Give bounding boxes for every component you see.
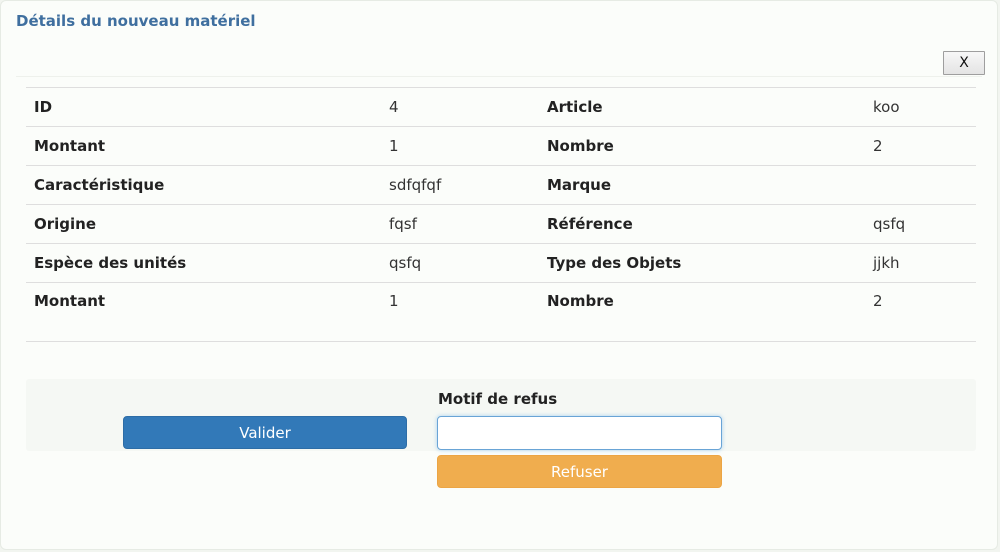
detail-label: Nombre bbox=[539, 282, 865, 322]
detail-value: 2 bbox=[865, 126, 976, 166]
detail-label: Caractéristique bbox=[26, 165, 381, 205]
table-bottom-divider bbox=[26, 341, 976, 342]
detail-label: Montant bbox=[26, 126, 381, 166]
detail-value: fqsf bbox=[381, 204, 539, 244]
detail-value: 1 bbox=[381, 282, 539, 322]
detail-value: 1 bbox=[381, 126, 539, 166]
refuser-button[interactable]: Refuser bbox=[437, 455, 722, 488]
detail-value: jjkh bbox=[865, 243, 976, 283]
valider-button[interactable]: Valider bbox=[123, 416, 407, 449]
table-row: Espèce des unités qsfq Type des Objets j… bbox=[26, 243, 976, 283]
detail-value: qsfq bbox=[865, 204, 976, 244]
detail-label: ID bbox=[26, 87, 381, 127]
motif-refus-label: Motif de refus bbox=[438, 390, 558, 408]
detail-value: 2 bbox=[865, 282, 976, 322]
modal-title: Détails du nouveau matériel bbox=[16, 12, 256, 30]
detail-label: Nombre bbox=[539, 126, 865, 166]
detail-label: Type des Objets bbox=[539, 243, 865, 283]
detail-label: Espèce des unités bbox=[26, 243, 381, 283]
detail-value bbox=[865, 165, 976, 205]
table-row: Montant 1 Nombre 2 bbox=[26, 126, 976, 166]
detail-value: sdfqfqf bbox=[381, 165, 539, 205]
detail-label: Référence bbox=[539, 204, 865, 244]
close-button[interactable]: X bbox=[943, 51, 985, 75]
table-row: Caractéristique sdfqfqf Marque bbox=[26, 165, 976, 205]
details-modal: Détails du nouveau matériel X ID 4 Artic… bbox=[0, 0, 998, 550]
detail-label: Montant bbox=[26, 282, 381, 322]
detail-label: Origine bbox=[26, 204, 381, 244]
header-divider bbox=[16, 76, 982, 77]
table-row: Montant 1 Nombre 2 bbox=[26, 282, 976, 322]
detail-label: Article bbox=[539, 87, 865, 127]
detail-value: koo bbox=[865, 87, 976, 127]
table-row: ID 4 Article koo bbox=[26, 87, 976, 127]
details-table: ID 4 Article koo Montant 1 Nombre 2 Cara… bbox=[26, 87, 976, 322]
motif-refus-input[interactable] bbox=[437, 416, 722, 450]
detail-value: qsfq bbox=[381, 243, 539, 283]
detail-label: Marque bbox=[539, 165, 865, 205]
table-row: Origine fqsf Référence qsfq bbox=[26, 204, 976, 244]
detail-value: 4 bbox=[381, 87, 539, 127]
